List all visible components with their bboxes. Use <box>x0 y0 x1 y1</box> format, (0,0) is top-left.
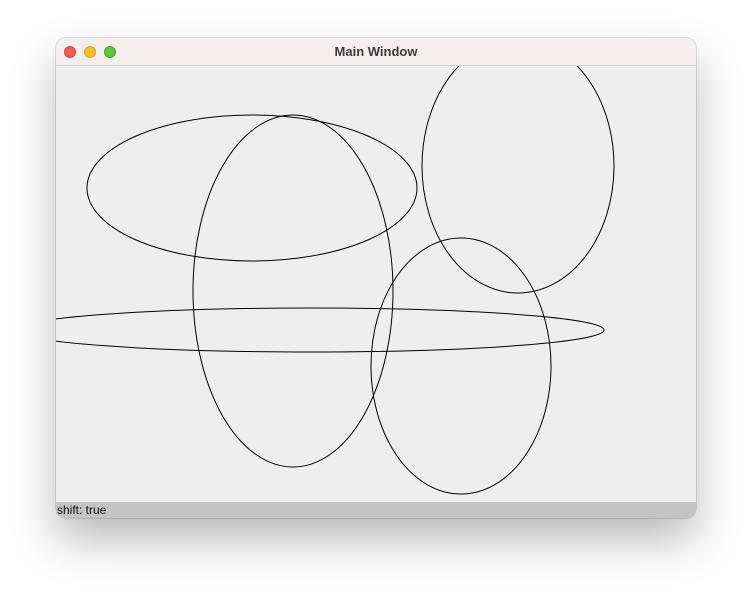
main-window: Main Window shift: true <box>56 38 696 518</box>
drawn-ellipse <box>370 237 552 495</box>
drawn-ellipse <box>86 114 418 262</box>
drawing-surface[interactable] <box>56 66 696 502</box>
window-title: Main Window <box>334 44 418 59</box>
title-bar[interactable]: Main Window <box>56 38 696 66</box>
drawn-ellipse <box>192 114 394 468</box>
status-bar: shift: true <box>56 502 696 518</box>
drawn-ellipse <box>56 307 605 353</box>
drawn-ellipse <box>421 66 615 294</box>
status-text: shift: true <box>57 503 107 517</box>
drawing-canvas[interactable] <box>56 66 696 502</box>
